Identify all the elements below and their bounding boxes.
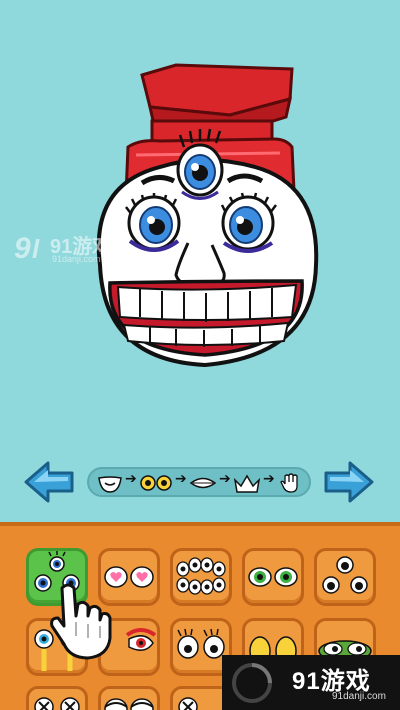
palette-tile-droopy-eyes[interactable]	[98, 686, 160, 710]
character-face	[96, 63, 319, 368]
svg-text:l: l	[32, 234, 40, 264]
svg-text:9: 9	[14, 232, 31, 264]
drawing-canvas: 9 l 91游戏 91danji.com	[0, 0, 400, 520]
step-navigation: ➔ ➔ ➔ ➔	[0, 455, 400, 510]
closed-eyes-icon	[178, 697, 198, 710]
step-arrow-icon: ➔	[125, 471, 137, 487]
palette-tile-green-eyes[interactable]	[242, 548, 304, 606]
three-dot-eyes-icon	[322, 556, 368, 594]
tutorial-hand-pointer-icon	[50, 583, 112, 660]
step-arrow-icon: ➔	[263, 471, 275, 487]
watermark-logo: 9 l 91游戏 91danji.com	[12, 228, 122, 270]
step-arrow-icon: ➔	[175, 471, 187, 487]
watermark-site: 91danji.com	[52, 254, 101, 264]
cluster-eyes-icon	[176, 557, 226, 595]
step-arrow-icon: ➔	[219, 471, 231, 487]
step-eyes-icon[interactable]	[139, 472, 173, 494]
lashed-eyes-icon	[177, 628, 225, 659]
palette-tile-x-eyes[interactable]	[26, 686, 88, 710]
watermark-site-text: 91danji.com	[332, 691, 386, 702]
watermark-emblem-icon	[232, 663, 272, 703]
next-arrow-icon[interactable]	[322, 461, 374, 503]
step-face-shape-icon[interactable]	[97, 472, 123, 494]
droopy-eyes-icon	[104, 698, 154, 710]
palette-tile-three-dot-eyes[interactable]	[314, 548, 376, 606]
step-mouth-icon[interactable]	[189, 472, 217, 494]
step-hat-icon[interactable]	[233, 472, 261, 494]
step-hand-icon[interactable]	[279, 472, 303, 494]
green-eyes-icon	[248, 567, 298, 587]
x-eyes-icon	[34, 697, 80, 710]
step-progress-bar: ➔ ➔ ➔ ➔	[87, 467, 311, 497]
palette-tile-cluster-eyes[interactable]	[170, 548, 232, 606]
previous-arrow-icon[interactable]	[24, 461, 76, 503]
watermark-banner: 91游戏 91danji.com	[222, 655, 400, 710]
watermark-emblem-icon: 9 l	[14, 232, 40, 265]
